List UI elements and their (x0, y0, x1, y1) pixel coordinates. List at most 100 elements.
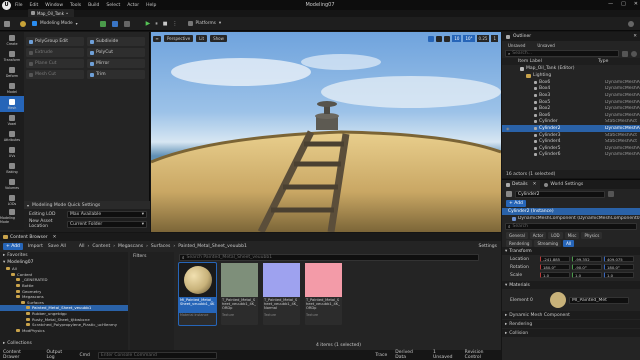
level-tab[interactable]: Map_Oil_Tank • (28, 9, 74, 17)
category-uvs[interactable]: UVs (0, 144, 24, 160)
tool-mirror[interactable]: Mirror (87, 59, 145, 68)
column-type[interactable]: Type (598, 59, 608, 64)
select-mode-icon[interactable] (20, 20, 26, 27)
outliner-row[interactable]: Cylinder5 DynamicMeshA (502, 145, 640, 152)
scale-snap-button[interactable]: 0.25 (476, 35, 490, 42)
outliner-row[interactable]: Cylinder4 StaticMeshAct (502, 138, 640, 145)
dynamic-mesh-header[interactable]: ▸ Dynamic Mesh Component (502, 311, 640, 319)
new-asset-location-dropdown[interactable]: Current Folder ▾ (67, 220, 147, 228)
filter-unsaved-2[interactable]: Unsaved (537, 43, 554, 48)
outliner-row[interactable]: Cylinder6 DynamicMeshA (502, 152, 640, 159)
move-icon[interactable] (428, 35, 435, 42)
breadcrumb-item[interactable]: Content (92, 244, 110, 249)
details-tab-physics[interactable]: Physics (581, 231, 603, 239)
settings-icon[interactable] (628, 21, 634, 27)
blueprint-icon[interactable] (111, 20, 118, 27)
actor-name-field[interactable]: Cylinder2 (515, 190, 605, 198)
rendering-header[interactable]: ▸ Rendering (502, 320, 640, 328)
transform-z-field[interactable]: 409.075 (604, 256, 634, 262)
outliner-row[interactable]: Box2 DynamicMeshA (502, 105, 640, 112)
cinematics-icon[interactable] (123, 20, 130, 27)
scale-icon[interactable] (444, 35, 451, 42)
pause-button[interactable]: ⏸ (155, 21, 158, 27)
close-icon[interactable]: ✕ (53, 235, 57, 240)
column-item-label[interactable]: Item Label (518, 59, 598, 64)
tab-details[interactable]: Details ✕ (502, 180, 541, 189)
editing-lod-dropdown[interactable]: Max Available ▾ (67, 210, 147, 218)
viewport-menu-button[interactable]: ≡ (153, 35, 161, 42)
outliner-row[interactable]: Box4 DynamicMeshA (502, 86, 640, 93)
perspective-button[interactable]: Perspective (164, 35, 194, 42)
project-header[interactable]: ▾ Modeling07 (0, 259, 128, 266)
material-thumbnail[interactable] (550, 292, 566, 308)
details-tab-actor[interactable]: Actor (529, 231, 547, 239)
content-drawer-button[interactable]: Content Drawer (3, 350, 39, 360)
breadcrumb-item[interactable]: Painted_Metal_Sheet_veuubb1 (178, 244, 247, 249)
outliner-row[interactable]: Box6 DynamicMeshA (502, 112, 640, 119)
save-icon[interactable] (4, 20, 10, 27)
details-tab-general[interactable]: General (506, 231, 528, 239)
console-input[interactable]: Enter Console Command (97, 351, 218, 359)
favorites-header[interactable]: ▸ Favorites (0, 252, 128, 259)
instance-row[interactable]: Cylinder2 (Instance) (502, 208, 640, 215)
stop-button[interactable]: ■ (163, 21, 168, 27)
unreal-logo-icon[interactable]: U (2, 0, 11, 10)
close-icon[interactable]: ✕ (633, 34, 637, 39)
material-dropdown[interactable]: MI_Painted_Met (569, 296, 629, 304)
platforms-button[interactable]: Platforms ▾ (187, 21, 221, 26)
menu-edit[interactable]: Edit (30, 3, 39, 8)
outliner-row[interactable]: Cylinder StaticMeshAct (502, 119, 640, 126)
unsaved-button[interactable]: 1 Unsaved (433, 350, 457, 360)
details-tab-misc[interactable]: Misc (564, 231, 580, 239)
outliner-folder-row[interactable]: Lighting (502, 72, 640, 79)
asset-tile[interactable]: T_Painted_Metal_Sheet_veuubb1_4K_ORDp Tex… (305, 263, 342, 325)
add-actor-icon[interactable] (99, 20, 106, 27)
trace-button[interactable]: Trace (375, 353, 387, 358)
category-voxel[interactable]: Voxel (0, 112, 24, 128)
menu-select[interactable]: Select (106, 3, 120, 8)
asset-tile[interactable]: MI_Painted_Metal_Sheet_veuubb1_4K Materia… (178, 262, 217, 326)
save-all-button[interactable]: Save All (48, 244, 66, 249)
transform-x-field[interactable]: -241.885 (540, 256, 570, 262)
transform-y-field[interactable]: -99.352 (572, 256, 602, 262)
tree-folder[interactable]: ModPhysics (0, 328, 128, 334)
category-deform[interactable]: Deform (0, 64, 24, 80)
category-model[interactable]: Model (0, 80, 24, 96)
cmd-label[interactable]: Cmd (80, 353, 90, 358)
eye-icon[interactable]: ◉ (506, 126, 514, 131)
show-button[interactable]: Show (210, 35, 227, 42)
category-baking[interactable]: Baking (0, 160, 24, 176)
category-volumes[interactable]: Volumes (0, 176, 24, 192)
revision-control-button[interactable]: Revision Control (465, 350, 501, 360)
transform-y-field[interactable]: -90.0° (572, 264, 602, 270)
tool-trim[interactable]: Trim (87, 70, 145, 79)
close-button[interactable]: ✕ (634, 1, 638, 7)
outliner-row[interactable]: Box6 DynamicMeshA (502, 79, 640, 86)
transform-x-field[interactable]: 1.0 (540, 272, 570, 278)
camera-speed-button[interactable]: 1 (491, 35, 498, 42)
asset-tile[interactable]: T_Painted_Metal_Sheet_veuubb1_4K_ORDp Tex… (221, 263, 258, 325)
output-log-button[interactable]: Output Log (47, 350, 72, 360)
tab-world-settings[interactable]: World Settings (540, 180, 587, 189)
details-tab-streaming[interactable]: Streaming (534, 239, 562, 247)
transform-x-field[interactable]: 180.0° (540, 264, 570, 270)
settings-button[interactable]: Settings (479, 244, 497, 249)
tool-mesh-cut[interactable]: Mesh Cut (26, 70, 84, 79)
breadcrumb-item[interactable]: Megascans (118, 244, 143, 249)
tool-plane-cut[interactable]: Plane Cut (26, 59, 84, 68)
filters-label[interactable]: Filters (133, 254, 147, 259)
add-component-button[interactable]: + Add (506, 200, 526, 207)
category-attributes[interactable]: Attributes (0, 128, 24, 144)
outliner-row[interactable]: Box5 DynamicMeshA (502, 99, 640, 106)
filter-unsaved[interactable]: Unsaved (508, 43, 525, 48)
transform-z-field[interactable]: 180.0° (604, 264, 634, 270)
mode-selector[interactable]: Modeling Mode ▾ (32, 21, 78, 26)
category-transform[interactable]: Transform (0, 48, 24, 64)
category-create[interactable]: Create (0, 32, 24, 48)
derived-data-button[interactable]: Derived Data (395, 350, 425, 360)
close-icon[interactable]: ✕ (533, 182, 537, 187)
menu-build[interactable]: Build (88, 3, 99, 8)
menu-actor[interactable]: Actor (127, 3, 139, 8)
materials-header[interactable]: ▾ Materials (502, 281, 640, 289)
menu-tools[interactable]: Tools (70, 3, 81, 8)
